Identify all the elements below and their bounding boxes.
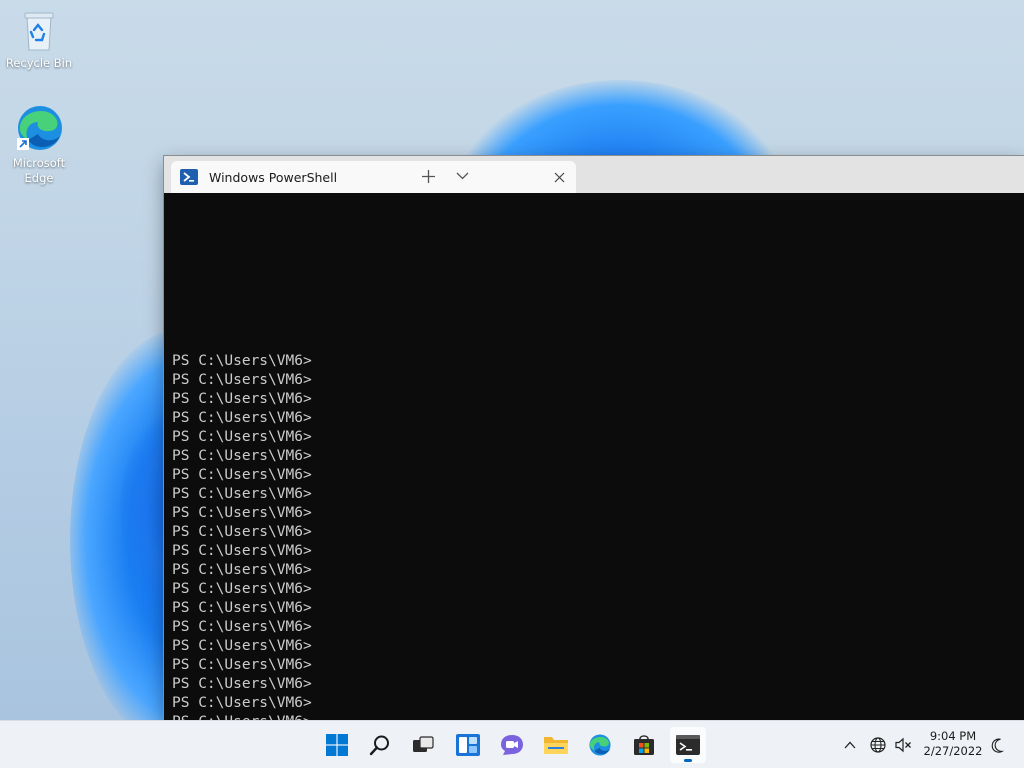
tab-title: Windows PowerShell <box>209 169 338 185</box>
console-line: PS C:\Users\VM6> <box>172 600 312 616</box>
edge-icon <box>589 734 611 756</box>
edge-icon <box>17 106 62 150</box>
console-line: PS C:\Users\VM6> <box>172 619 312 635</box>
console-line: PS C:\Users\VM6> <box>172 581 312 597</box>
volume-button[interactable] <box>893 733 913 757</box>
new-tab-button[interactable] <box>414 164 442 188</box>
desktop-icon-label: Recycle Bin <box>5 56 73 70</box>
tab-windows-powershell[interactable]: Windows PowerShell <box>171 161 576 193</box>
console-line: PS C:\Users\VM6> <box>172 695 312 711</box>
recycle-bin-icon <box>24 12 54 51</box>
desktop-icon-label: Microsoft Edge <box>12 156 66 185</box>
console-output[interactable]: PS C:\Users\VM6> PS C:\Users\VM6> PS C:\Us… <box>164 193 1024 720</box>
chat-button[interactable] <box>494 727 530 763</box>
notifications-button[interactable] <box>988 733 1008 757</box>
desktop-icon-edge[interactable]: Microsoft Edge <box>1 104 77 186</box>
widgets-icon <box>456 734 480 756</box>
volume-muted-icon <box>894 737 911 753</box>
console-line: PS C:\Users\VM6> <box>172 562 312 578</box>
terminal-window[interactable]: Windows PowerShell PS C:\Users\VM6> PS C:… <box>164 156 1024 720</box>
windows-logo-icon <box>326 734 348 756</box>
console-line: PS C:\Users\VM6> <box>172 467 312 483</box>
console-line: PS C:\Users\VM6> <box>172 429 312 445</box>
plus-icon <box>421 169 435 183</box>
title-bar[interactable]: Windows PowerShell <box>164 156 1024 193</box>
prompt-lines: PS C:\Users\VM6> PS C:\Users\VM6> PS C:\Us… <box>172 352 312 720</box>
console-line: PS C:\Users\VM6> <box>172 657 312 673</box>
moon-icon <box>991 738 1004 753</box>
running-indicator <box>684 759 692 762</box>
chat-icon <box>501 735 523 755</box>
tab-dropdown-button[interactable] <box>448 164 476 188</box>
clock-date: 2/27/2022 <box>923 744 983 758</box>
chevron-down-icon <box>456 172 468 180</box>
console-line: PS C:\Users\VM6> <box>172 410 312 426</box>
store-icon <box>634 735 654 755</box>
network-button[interactable] <box>868 733 888 757</box>
console-line: PS C:\Users\VM6> <box>172 524 312 540</box>
store-button[interactable] <box>626 727 662 763</box>
task-view-icon <box>413 736 434 752</box>
search-icon <box>369 735 389 756</box>
clock[interactable]: 9:04 PM 2/27/2022 <box>918 729 988 759</box>
console-line: PS C:\Users\VM6> <box>172 448 312 464</box>
file-explorer-button[interactable] <box>538 727 574 763</box>
terminal-button[interactable] <box>670 727 706 763</box>
desktop-icon-recycle-bin[interactable]: Recycle Bin <box>1 10 77 71</box>
console-line: PS C:\Users\VM6> <box>172 505 312 521</box>
taskbar: 9:04 PM 2/27/2022 <box>0 720 1024 768</box>
console-line: PS C:\Users\VM6> <box>172 353 312 369</box>
task-view-button[interactable] <box>405 727 441 763</box>
console-line: PS C:\Users\VM6> <box>172 486 312 502</box>
powershell-icon <box>180 169 198 185</box>
close-icon <box>554 172 564 182</box>
search-button[interactable] <box>362 727 398 763</box>
console-line: PS C:\Users\VM6> <box>172 638 312 654</box>
folder-icon <box>544 737 568 754</box>
tab-close-button[interactable] <box>546 164 572 190</box>
start-button[interactable] <box>319 727 355 763</box>
chevron-up-icon <box>844 741 856 749</box>
console-line: PS C:\Users\VM6> <box>172 372 312 388</box>
edge-button[interactable] <box>582 727 618 763</box>
globe-icon <box>870 737 886 753</box>
console-line: PS C:\Users\VM6> <box>172 543 312 559</box>
console-line: PS C:\Users\VM6> <box>172 391 312 407</box>
show-hidden-icons-button[interactable] <box>840 733 860 757</box>
clock-time: 9:04 PM <box>929 729 977 743</box>
console-line: PS C:\Users\VM6> <box>172 676 312 692</box>
widgets-button[interactable] <box>450 727 486 763</box>
console-line: PS C:\Users\VM6> <box>172 713 312 720</box>
terminal-icon <box>676 735 700 755</box>
